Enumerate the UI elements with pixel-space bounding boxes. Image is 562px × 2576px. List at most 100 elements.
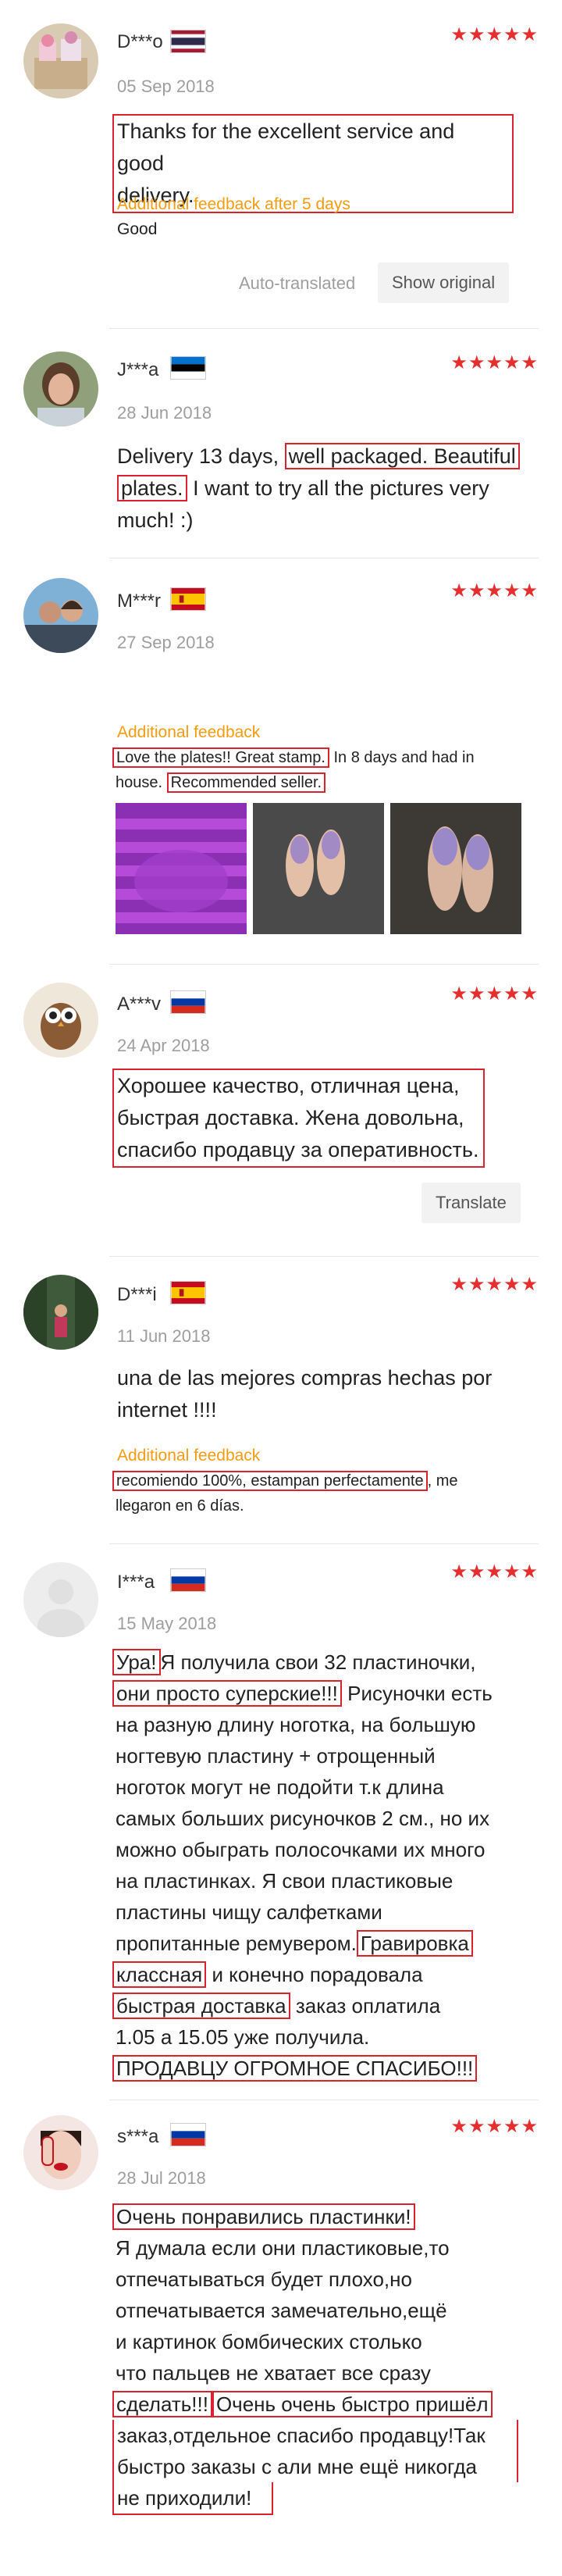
highlighted-text: быстрая доставка [112, 1993, 290, 2019]
highlighted-text: Recommended seller. [166, 772, 326, 793]
rating-stars: ★★★★★ [450, 580, 539, 601]
review-text-line: ноготок могут не подойти т.к длина [116, 1775, 444, 1799]
review-text-segment: I want to try all the pictures very [193, 476, 489, 500]
review-text-segment: Рисуночки есть [347, 1682, 493, 1705]
rating-stars: ★★★★★ [450, 983, 539, 1004]
review-text-line: спасибо продавцу за оперативность. [117, 1138, 479, 1161]
highlighted-text: Ура! [112, 1649, 161, 1675]
reviewer-name: I***a [117, 1572, 155, 1593]
review-photo-thumbnail[interactable] [390, 803, 521, 934]
review-divider [109, 1256, 539, 1257]
show-original-button[interactable]: Show original [378, 262, 510, 303]
highlighted-text: well packaged. Beautiful [284, 443, 520, 469]
rating-stars: ★★★★★ [450, 2116, 539, 2137]
highlighted-text: классная [112, 1961, 207, 1988]
review-date: 28 Jul 2018 [117, 2168, 206, 2188]
rating-stars: ★★★★★ [450, 1274, 539, 1295]
additional-feedback-label: Additional feedback [117, 1447, 261, 1465]
thailand-flag-icon [170, 30, 206, 53]
highlighted-text: Гравировка [356, 1930, 473, 1957]
review-text: Delivery 13 days, well packaged. Beautif… [117, 441, 520, 537]
highlighted-text: Очень очень быстро пришёл [212, 2391, 493, 2417]
avatar[interactable] [23, 23, 98, 98]
review-text-line: на разную длину ноготка, на большую [116, 1713, 476, 1736]
review-text-line: и картинок бомбических столько [116, 2330, 422, 2353]
review-date: 27 Sep 2018 [117, 633, 215, 652]
additional-feedback-label: Additional feedback [117, 723, 261, 741]
review-text-line: отпечатывается замечательно,ещё [116, 2299, 447, 2322]
review-text-line: что пальцев не хватает все сразу [116, 2361, 431, 2385]
review-text-line: internet !!!! [117, 1398, 217, 1422]
review-text-line: на пластинках. Я свои пластиковые [116, 1869, 454, 1893]
additional-feedback-text: Love the plates!! Great stamp. In 8 days… [112, 745, 475, 795]
review-date: 15 May 2018 [117, 1614, 217, 1633]
review-date: 24 Apr 2018 [117, 1036, 210, 1055]
feedback-text-segment: In 8 days and had in [333, 749, 475, 766]
review-text-line: 1.05 а 15.05 уже получила. [116, 2025, 370, 2049]
highlighted-text: ПРОДАВЦУ ОГРОМНОЕ СПАСИБО!!! [112, 2055, 478, 2082]
review-text-segment: заказ оплатила [295, 1994, 441, 2018]
translate-button[interactable]: Translate [422, 1183, 521, 1223]
review-date: 11 Jun 2018 [117, 1326, 211, 1346]
review-text-line: ногтевую пластину + отрощенный [116, 1744, 436, 1768]
review-photo-thumbnail[interactable] [116, 803, 247, 934]
highlighted-text: plates. [117, 475, 187, 501]
review-text: Хорошее качество, отличная цена, быстрая… [112, 1069, 486, 1168]
avatar[interactable] [23, 578, 98, 653]
review-text-segment: и конечно порадовала [212, 1963, 423, 1986]
review-text-segment: Delivery 13 days, [117, 444, 279, 468]
auto-translated-label: Auto-translated [239, 273, 356, 293]
reviewer-name: s***a [117, 2126, 159, 2147]
review-text-line: Хорошее качество, отличная цена, [117, 1074, 460, 1097]
feedback-text-segment: , me [427, 1472, 458, 1490]
review-text-line: можно обыграть полосочками их много [116, 1838, 486, 1861]
avatar[interactable] [23, 1562, 98, 1637]
estonia-flag-icon [170, 356, 206, 380]
russia-flag-icon [170, 1568, 206, 1592]
russia-flag-icon [170, 2123, 206, 2146]
review-text-segment: Я получила свои 32 пластиночки, [160, 1650, 476, 1674]
rating-stars: ★★★★★ [450, 24, 539, 45]
feedback-text-segment: llegaron en 6 días. [116, 1497, 244, 1515]
avatar[interactable] [23, 1275, 98, 1350]
spain-flag-icon [170, 587, 206, 611]
avatar[interactable] [23, 2115, 98, 2190]
review-text-line: отпечатываться будет плохо,но [116, 2267, 412, 2291]
highlighted-text: Love the plates!! Great stamp. [112, 747, 329, 768]
highlighted-text: сделать!!! [112, 2391, 212, 2417]
rating-stars: ★★★★★ [450, 352, 539, 373]
feedback-text-segment: house. [116, 774, 163, 791]
review-photo-thumbnail[interactable] [253, 803, 384, 934]
additional-feedback-text: Good [117, 220, 158, 238]
review-text-line: Thanks for the excellent service and goo… [117, 120, 455, 175]
rating-stars: ★★★★★ [450, 1561, 539, 1582]
review-divider [109, 328, 539, 329]
review-text-line: Я думала если они пластиковые,то [116, 2236, 450, 2260]
avatar[interactable] [23, 351, 98, 426]
review-text-line: заказ,отдельное спасибо продавцу!Так [112, 2420, 518, 2451]
review-text-line: быстрая доставка. Жена довольна, [117, 1106, 464, 1129]
review-date: 05 Sep 2018 [117, 77, 215, 96]
reviewer-name: M***r [117, 590, 162, 612]
review-text-line: не приходили! [112, 2482, 273, 2515]
review-divider [109, 1543, 539, 1544]
highlighted-text: recomiendo 100%, estampan perfectamente [112, 1471, 428, 1491]
additional-feedback-label: Additional feedback after 5 days [117, 195, 350, 213]
review-text-line: самых больших рисуночков 2 см., но их [116, 1807, 490, 1830]
spain-flag-icon [170, 1281, 206, 1304]
review-date: 28 Jun 2018 [117, 403, 212, 423]
russia-flag-icon [170, 990, 206, 1014]
additional-feedback-text: recomiendo 100%, estampan perfectamente,… [112, 1468, 457, 1518]
review-text: Очень понравились пластинки! Я думала ес… [112, 2201, 518, 2515]
review-text-line: una de las mejores compras hechas por [117, 1366, 493, 1390]
reviewer-name: J***a [117, 359, 159, 380]
reviewer-name: D***o [117, 31, 163, 52]
highlighted-text: Очень понравились пластинки! [112, 2203, 415, 2230]
reviewer-name: A***v [117, 994, 162, 1015]
review-text-segment: пропитанные ремувером. [116, 1932, 357, 1955]
avatar[interactable] [23, 983, 98, 1058]
review-divider [109, 964, 539, 965]
reviewer-name: D***i [117, 1284, 157, 1305]
highlighted-text: они просто суперские!!! [112, 1680, 342, 1707]
review-text: Ура! Я получила свои 32 пластиночки, они … [112, 1647, 493, 2084]
